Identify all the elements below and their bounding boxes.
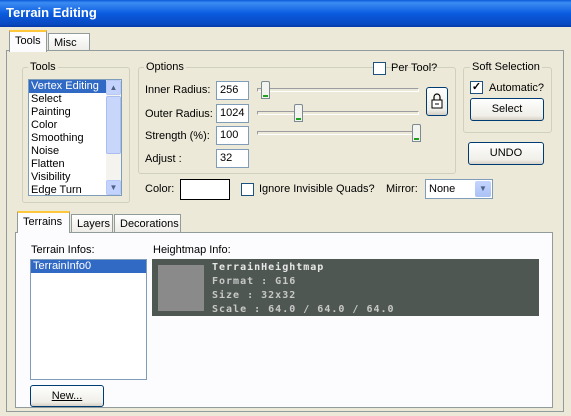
scroll-up-icon[interactable]: ▲ [106,80,121,95]
tools-group-label: Tools [28,61,58,73]
tab-layers[interactable]: Layers [71,214,113,233]
soft-selection-label: Soft Selection [470,61,542,73]
outer-radius-input[interactable]: 1024 [216,104,249,123]
strength-label: Strength (%): [145,130,210,142]
tab-terrains-label: Terrains [23,216,63,228]
ignore-invisible-label: Ignore Invisible Quads? [259,183,375,195]
tools-listbox[interactable]: Vertex Editing Select Painting Color Smo… [28,79,122,196]
per-tool-label: Per Tool? [391,62,438,74]
heightmap-info-panel: TerrainHeightmap Format : G16 Size : 32x… [152,259,539,316]
mirror-value: None [429,183,456,195]
options-group-label: Options [144,61,186,73]
automatic-checkbox[interactable]: ✓ [470,81,483,94]
inner-radius-slider[interactable] [261,81,270,99]
scroll-thumb[interactable] [106,96,121,154]
lock-icon [431,93,443,109]
inner-radius-input[interactable]: 256 [216,81,249,100]
tab-misc-label: Misc [54,37,77,49]
heightmap-size: Size : 32x32 [212,290,297,301]
undo-button[interactable]: UNDO [468,142,544,165]
strength-input[interactable]: 100 [216,126,249,145]
outer-radius-slider-track [257,111,419,115]
scroll-down-icon[interactable]: ▼ [106,180,121,195]
outer-radius-slider[interactable] [294,104,303,122]
tab-tools-label: Tools [15,35,41,47]
strength-slider-track [257,131,419,135]
inner-radius-label: Inner Radius: [145,84,211,96]
list-item[interactable]: TerrainInfo0 [31,260,146,273]
heightmap-thumbnail [158,265,204,311]
outer-radius-label: Outer Radius: [145,108,213,120]
heightmap-info-label: Heightmap Info: [153,244,231,256]
heightmap-format: Format : G16 [212,276,297,287]
window-title: Terrain Editing [0,0,571,27]
tab-decorations-label: Decorations [120,218,179,230]
terrain-infos-label: Terrain Infos: [31,244,95,256]
color-swatch[interactable] [180,179,230,200]
automatic-label: Automatic? [489,82,545,94]
heightmap-name: TerrainHeightmap [212,262,325,273]
heightmap-scale: Scale : 64.0 / 64.0 / 64.0 [212,304,395,315]
terrain-infos-listbox[interactable]: TerrainInfo0 [30,259,147,380]
tab-decorations[interactable]: Decorations [114,214,181,233]
mirror-label: Mirror: [386,183,418,195]
adjust-input[interactable]: 32 [216,149,249,168]
lock-radius-button[interactable] [426,87,448,116]
select-button[interactable]: Select [470,98,544,121]
adjust-label: Adjust : [145,153,182,165]
per-tool-checkbox[interactable] [373,62,386,75]
ignore-invisible-checkbox[interactable] [241,183,254,196]
tab-layers-label: Layers [77,218,111,230]
inner-radius-slider-track [257,88,419,92]
tab-tools[interactable]: Tools [9,30,47,52]
strength-slider[interactable] [412,124,421,142]
chevron-down-icon[interactable]: ▼ [475,181,491,197]
new-button-label: New... [51,390,83,402]
tools-scrollbar[interactable]: ▲ ▼ [106,80,121,195]
mirror-select[interactable]: None ▼ [425,179,493,199]
color-label: Color: [145,183,175,195]
new-terrain-button[interactable]: New... [30,385,104,407]
tab-terrains[interactable]: Terrains [17,211,70,233]
